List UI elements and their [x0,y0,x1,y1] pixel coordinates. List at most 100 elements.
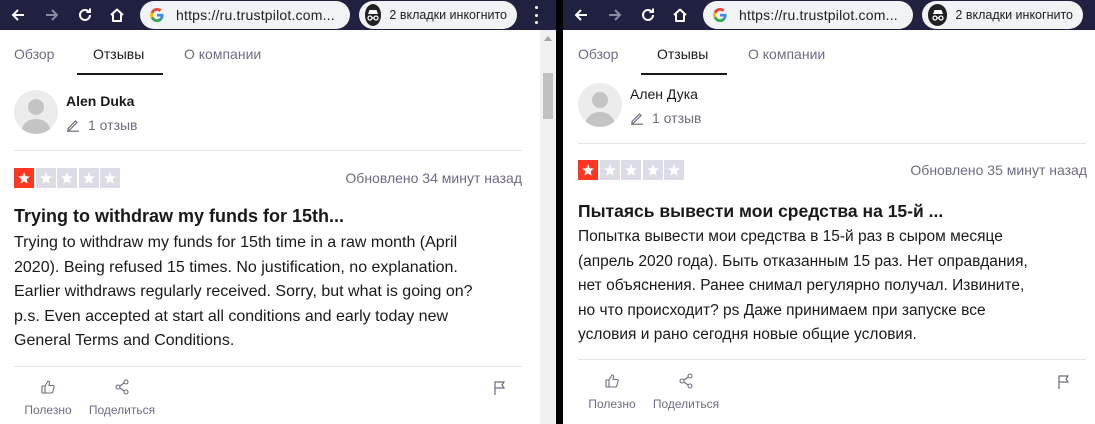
share-label: Поделиться [652,397,720,411]
scroll-up-arrow-icon[interactable] [544,36,552,41]
back-arrow-icon [11,9,24,21]
review-count-label: 1 отзыв [652,110,702,126]
star-icon [664,160,684,180]
review-date: Обновлено 35 минут назад [910,162,1087,178]
incognito-badge[interactable]: 2 вкладки инкогнито [359,1,517,29]
tab-reviews[interactable]: Отзывы [93,46,144,62]
url-text: https://ru.trustpilot.com... [739,7,898,23]
thumbs-up-icon [604,372,620,390]
divider [578,359,1086,360]
author-review-count: 1 отзыв [630,110,702,126]
incognito-label: 2 вкладки инкогнито [389,8,507,22]
review-count-label: 1 отзыв [88,117,138,133]
share-button[interactable]: Поделиться [650,372,722,411]
review-body-line: но что происходит? ps Даже принимаем при… [578,301,986,319]
google-g-icon [711,6,729,24]
share-icon [114,378,130,396]
author-name[interactable]: Alen Duka [66,93,134,109]
review-date: Обновлено 34 минут назад [345,170,522,186]
star-icon [57,168,77,188]
review-body-line: Trying to withdraw my funds for 15th tim… [14,234,458,251]
tab-about-company[interactable]: О компании [184,46,261,62]
pencil-icon [66,118,80,132]
home-icon [110,8,124,22]
review-body: Trying to withdraw my funds for 15th tim… [14,231,522,354]
home-button[interactable] [669,4,691,26]
divider [578,143,1086,144]
browser-window-right: https://ru.trustpilot.com... 2 вкладки и… [563,0,1095,424]
share-label: Поделиться [88,403,156,417]
forward-arrow-icon [46,9,59,21]
author-review-count: 1 отзыв [66,117,138,133]
company-tabs: Обзор Отзывы О компании [563,30,1095,75]
tab-about-company[interactable]: О компании [748,46,825,62]
avatar[interactable] [14,90,58,134]
star-icon [78,168,99,188]
active-tab-indicator [641,73,727,75]
active-tab-indicator [77,73,163,75]
review-body-line: (апрель 2020 года). Быть отказанным 15 р… [578,252,1028,270]
incognito-icon [365,4,382,26]
star-icon [621,160,641,180]
divider [14,366,522,367]
browser-toolbar: https://ru.trustpilot.com... 2 вкладки и… [0,0,556,30]
review-body: Попытка вывести мои средства в 15-й раз … [578,225,1093,348]
share-button[interactable]: Поделиться [86,378,158,417]
company-tabs: Обзор Отзывы О компании [0,30,556,75]
url-text: https://ru.trustpilot.com... [176,7,335,23]
address-bar[interactable]: https://ru.trustpilot.com... [140,1,350,29]
star-icon [642,160,663,180]
reload-icon [79,8,91,21]
star-icon [100,168,120,188]
star-icon [599,160,620,180]
useful-button[interactable]: Полезно [23,378,73,417]
divider [14,150,522,151]
menu-dots-icon[interactable] [533,6,539,24]
flag-icon[interactable] [492,380,508,396]
google-g-icon [148,6,166,24]
reload-button[interactable] [637,4,659,26]
back-button[interactable] [7,4,29,26]
review-body-line: 2020). Being refused 15 times. No justif… [14,258,458,276]
review-body-line: General Terms and Conditions. [14,332,235,349]
useful-label: Полезно [24,403,72,417]
address-bar[interactable]: https://ru.trustpilot.com... [703,1,913,29]
user-avatar-icon [585,92,615,127]
reload-icon [642,8,654,21]
pencil-icon [630,111,644,125]
useful-button[interactable]: Полезно [587,372,637,411]
home-button[interactable] [106,4,128,26]
tab-overview[interactable]: Обзор [578,46,618,62]
star-icon [35,168,56,188]
incognito-badge[interactable]: 2 вкладки инкогнито [922,1,1083,29]
star-rating [578,160,686,180]
incognito-label: 2 вкладки инкогнито [955,8,1073,22]
scrollbar-thumb[interactable] [543,73,553,119]
star-rating [14,168,122,188]
forward-button[interactable] [41,4,63,26]
home-icon [673,8,687,22]
back-arrow-icon [574,9,587,21]
tab-reviews[interactable]: Отзывы [657,46,708,62]
forward-button[interactable] [604,4,626,26]
review-body-line: Earlier withdraws regularly received. So… [14,283,473,300]
forward-arrow-icon [609,9,622,21]
review-body-line: условия и рано сегодня новые общие услов… [578,326,917,343]
tab-overview[interactable]: Обзор [14,46,54,62]
user-avatar-icon [21,99,51,134]
thumbs-up-icon [40,378,56,396]
review-title[interactable]: Trying to withdraw my funds for 15th... [14,206,344,227]
avatar[interactable] [578,83,622,127]
browser-window-left: https://ru.trustpilot.com... 2 вкладки и… [0,0,556,424]
reload-button[interactable] [74,4,96,26]
review-body-line: Попытка вывести мои средства в 15-й раз … [578,228,1003,245]
review-body-line: нет объяснения. Ранее снимал регулярно п… [578,277,1025,294]
share-icon [678,372,694,390]
incognito-icon [928,4,948,26]
review-body-line: p.s. Even accepted at start all conditio… [14,307,449,325]
flag-icon[interactable] [1056,374,1072,390]
author-name[interactable]: Ален Дука [630,86,698,102]
back-button[interactable] [570,4,592,26]
review-title[interactable]: Пытаясь вывести мои средства на 15-й ... [578,201,943,222]
scrollbar[interactable] [540,30,556,424]
